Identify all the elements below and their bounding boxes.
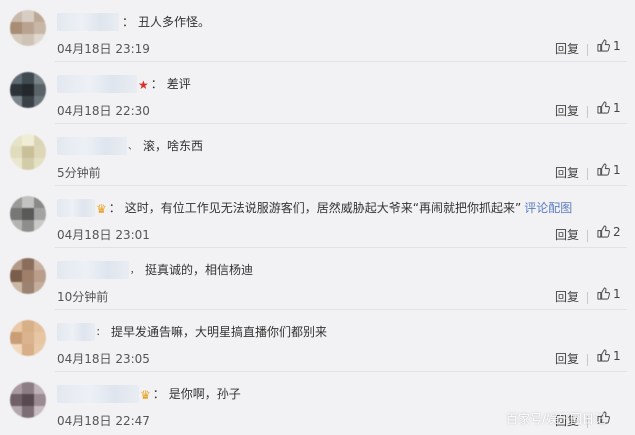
thumbs-up-icon xyxy=(597,411,610,425)
comment-content: 、滚，啥东西 xyxy=(57,136,206,156)
avatar[interactable] xyxy=(10,196,46,232)
comment-text: 挺真诚的，相信杨迪 xyxy=(145,263,254,277)
comment-item: ♛：是你啊，孙子 04月18日 22:47 回复 xyxy=(0,372,635,434)
username-redacted[interactable] xyxy=(57,322,95,341)
colon: ： xyxy=(150,77,163,91)
avatar[interactable] xyxy=(10,10,46,46)
like-button[interactable]: 1 xyxy=(597,39,621,53)
comment-item: ♛：这时，有位工作见无法说服游客们，居然威胁起大爷来“再闹就把你抓起来” 评论配图… xyxy=(0,186,635,248)
like-count: 1 xyxy=(613,39,621,53)
colon: ： xyxy=(122,15,135,29)
comment-time: 04月18日 23:19 xyxy=(57,42,150,56)
thumbs-up-icon xyxy=(597,163,610,177)
username-badge: ♛ xyxy=(140,387,151,402)
comment-time: 04月18日 23:01 xyxy=(57,228,150,242)
comment-content: ♛：这时，有位工作见无法说服游客们，居然威胁起大爷来“再闹就把你抓起来” 评论配图 xyxy=(57,198,572,218)
comment-content: ： 提早发通告嘛，大明星搞直播你们都别来 xyxy=(57,322,330,342)
action-divider xyxy=(587,106,588,118)
reply-button[interactable]: 回复 xyxy=(555,102,579,119)
like-button[interactable]: 1 xyxy=(597,101,621,115)
like-count: 1 xyxy=(613,163,621,177)
comment-content: ★：差评 xyxy=(57,74,194,94)
reply-button[interactable]: 回复 xyxy=(555,412,579,429)
reply-button[interactable]: 回复 xyxy=(555,40,579,57)
like-button[interactable]: 2 xyxy=(597,225,621,239)
comment-image-link[interactable]: 评论配图 xyxy=(524,201,572,215)
username-redacted[interactable] xyxy=(57,260,129,279)
username-badge: ♛ xyxy=(96,201,107,216)
like-button[interactable] xyxy=(597,411,613,425)
username-badge: 、 xyxy=(128,141,138,152)
username-badge: ★ xyxy=(138,77,149,92)
comment-text: 丑人多作怪。 xyxy=(138,15,211,29)
username-badge: ： xyxy=(96,327,106,338)
colon: ： xyxy=(108,201,121,215)
comment-time: 04月18日 22:30 xyxy=(57,104,150,118)
avatar[interactable] xyxy=(10,258,46,294)
action-divider xyxy=(587,44,588,56)
action-divider xyxy=(587,354,588,366)
comment-item: 、滚，啥东西 5分钟前 回复 1 xyxy=(0,124,635,186)
comment-text: 提早发通告嘛，大明星搞直播你们都别来 xyxy=(111,325,328,339)
thumbs-up-icon xyxy=(597,349,610,363)
thumbs-up-icon xyxy=(597,225,610,239)
avatar[interactable] xyxy=(10,134,46,170)
thumbs-up-icon xyxy=(597,101,610,115)
comment-text: 是你啊，孙子 xyxy=(168,387,241,401)
reply-button[interactable]: 回复 xyxy=(555,164,579,181)
comment-time: 04月18日 22:47 xyxy=(57,414,150,428)
comment-time: 04月18日 23:05 xyxy=(57,352,150,366)
like-button[interactable]: 1 xyxy=(597,287,621,301)
like-count: 2 xyxy=(613,225,621,239)
thumbs-up-icon xyxy=(597,39,610,53)
username-redacted[interactable] xyxy=(57,136,127,155)
like-button[interactable]: 1 xyxy=(597,163,621,177)
avatar[interactable] xyxy=(10,382,46,418)
action-divider xyxy=(587,168,588,180)
comment-text: 差评 xyxy=(166,77,191,91)
reply-button[interactable]: 回复 xyxy=(555,350,579,367)
comment-content: ， 挺真诚的，相信杨迪 xyxy=(57,260,256,280)
comment-text: 这时，有位工作见无法说服游客们，居然威胁起大爷来“再闹就把你抓起来” xyxy=(124,201,522,215)
reply-button[interactable]: 回复 xyxy=(555,226,579,243)
comment-time: 10分钟前 xyxy=(57,290,109,304)
reply-button[interactable]: 回复 xyxy=(555,288,579,305)
username-badge: ， xyxy=(130,265,140,276)
action-divider xyxy=(587,230,588,242)
colon: ： xyxy=(152,387,165,401)
username-redacted[interactable] xyxy=(57,74,137,93)
comment-item: ★：差评 04月18日 22:30 回复 1 xyxy=(0,62,635,124)
comment-content: ♛：是你啊，孙子 xyxy=(57,384,244,404)
like-count: 1 xyxy=(613,349,621,363)
comment-time: 5分钟前 xyxy=(57,166,101,180)
like-button[interactable]: 1 xyxy=(597,349,621,363)
avatar[interactable] xyxy=(10,72,46,108)
comment-item: ：丑人多作怪。 04月18日 23:19 回复 1 xyxy=(0,0,635,62)
like-count: 1 xyxy=(613,287,621,301)
comment-list: ：丑人多作怪。 04月18日 23:19 回复 1 ★：差评 04月18日 22:30 回复… xyxy=(0,0,635,435)
action-divider xyxy=(587,292,588,304)
action-divider xyxy=(587,416,588,428)
thumbs-up-icon xyxy=(597,287,610,301)
avatar[interactable] xyxy=(10,320,46,356)
username-redacted[interactable] xyxy=(57,12,119,31)
comment-text: 滚，啥东西 xyxy=(143,139,204,153)
comment-content: ：丑人多作怪。 xyxy=(57,12,213,32)
username-redacted[interactable] xyxy=(57,384,139,403)
username-redacted[interactable] xyxy=(57,198,95,217)
comment-item: ， 挺真诚的，相信杨迪 10分钟前 回复 1 xyxy=(0,248,635,310)
like-count: 1 xyxy=(613,101,621,115)
comment-item: ： 提早发通告嘛，大明星搞直播你们都别来 04月18日 23:05 回复 1 xyxy=(0,310,635,372)
